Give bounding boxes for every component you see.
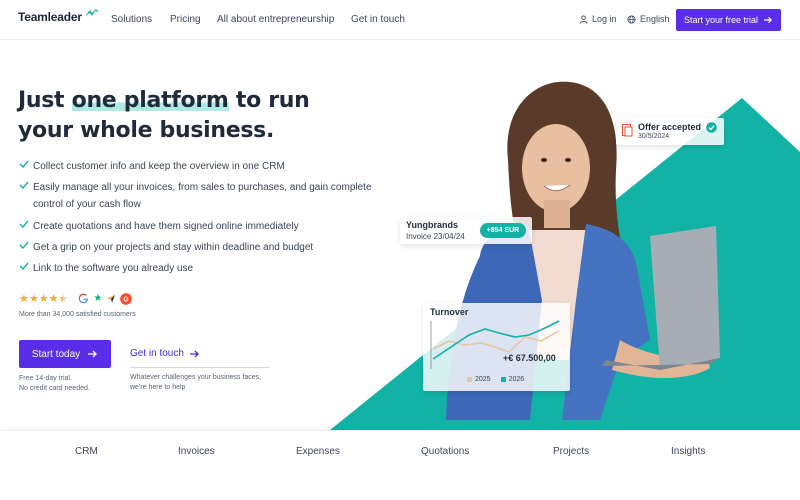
globe-icon	[627, 14, 636, 24]
turnover-value: +€ 67.500,00	[503, 353, 556, 363]
check-icon	[19, 262, 29, 270]
feature-text: Get a grip on your projects and stay wit…	[33, 242, 314, 253]
turnover-title: Turnover	[430, 307, 469, 317]
rating-caption: More than 34,000 satisfied customers	[19, 311, 136, 318]
get-in-touch-link[interactable]: Get in touch	[130, 348, 200, 359]
legend-2025-label: 2025	[475, 376, 491, 383]
logo-mark-icon	[84, 9, 99, 16]
get-in-touch-label: Get in touch	[130, 348, 184, 359]
hero-headline: Just one platform to run your whole busi…	[18, 86, 310, 146]
feature-text: Link to the software you already use	[33, 263, 194, 274]
feature-text: Easily manage all your invoices, from sa…	[33, 182, 372, 210]
support-note-line-2: we're here to help	[130, 384, 186, 391]
start-today-button[interactable]: Start today	[19, 340, 111, 368]
check-circle-icon	[706, 122, 717, 133]
tab-invoices[interactable]: Invoices	[178, 446, 215, 457]
tab-quotations[interactable]: Quotations	[421, 446, 469, 457]
headline-post: to run	[228, 88, 310, 113]
legend-2026: 2026	[500, 376, 525, 383]
offer-date: 30/5/2024	[638, 133, 670, 140]
headline-highlight: one platform	[71, 88, 229, 113]
nav-pricing[interactable]: Pricing	[170, 14, 201, 25]
tab-projects[interactable]: Projects	[553, 446, 589, 457]
logo-text: Teamleader	[18, 10, 82, 24]
arrow-right-icon	[764, 16, 773, 24]
capterra-icon[interactable]	[106, 294, 116, 304]
site-header: Teamleader Solutions Pricing All about e…	[0, 0, 800, 40]
trustpilot-star-icon[interactable]: ★	[93, 293, 102, 304]
trial-note: Free 14-day trial. No credit card needed…	[19, 374, 90, 394]
g2-icon[interactable]: G	[120, 292, 133, 305]
rating-row: ★★★★★ ★ G	[19, 292, 133, 305]
woman-face-shape	[522, 124, 590, 212]
check-icon	[19, 241, 29, 249]
nav-get-in-touch[interactable]: Get in touch	[351, 14, 405, 25]
trial-note-line-2: No credit card needed.	[19, 385, 90, 392]
offer-accepted-card: Offer accepted 30/5/2024	[616, 118, 724, 145]
user-icon	[579, 14, 588, 24]
check-icon	[19, 220, 29, 228]
tab-insights[interactable]: Insights	[671, 446, 705, 457]
laptop-shape	[650, 226, 720, 370]
invoice-date: Invoice 23/04/24	[406, 232, 465, 241]
star-rating: ★★★★★	[19, 293, 69, 305]
invoice-client: Yungbrands	[406, 220, 459, 230]
trial-note-line-1: Free 14-day trial.	[19, 375, 72, 382]
check-icon	[19, 181, 29, 189]
nav-entrepreneurship[interactable]: All about entrepreneurship	[217, 14, 334, 25]
document-icon	[622, 124, 633, 137]
nav-solutions[interactable]: Solutions	[111, 14, 152, 25]
feature-text: Collect customer info and keep the overv…	[33, 161, 285, 172]
headline-pre: Just	[18, 88, 72, 113]
feature-text: Create quotations and have them signed o…	[33, 221, 299, 232]
login-link[interactable]: Log in	[579, 14, 617, 24]
language-selector[interactable]: English	[627, 14, 670, 24]
svg-text:G: G	[124, 296, 130, 303]
tab-crm[interactable]: CRM	[75, 446, 98, 457]
invoice-amount-badge: +854 EUR	[480, 223, 526, 238]
turnover-sparkline	[430, 320, 560, 369]
check-icon	[19, 160, 29, 168]
invoice-card: Yungbrands Invoice 23/04/24 +854 EUR	[400, 217, 532, 244]
tab-expenses[interactable]: Expenses	[296, 446, 340, 457]
turnover-legend: 2025 2026	[467, 376, 524, 383]
product-tabbar: CRM Invoices Expenses Quotations Project…	[0, 430, 800, 500]
start-free-trial-button[interactable]: Start your free trial	[676, 9, 781, 31]
arrow-right-icon	[88, 350, 98, 358]
trial-button-label: Start your free trial	[683, 15, 759, 25]
teamleader-logo[interactable]: Teamleader	[18, 9, 100, 24]
turnover-card: Turnover +€ 67.500,00 2025 2026	[423, 303, 570, 391]
language-label: English	[640, 14, 670, 24]
review-badges: ★ G	[78, 292, 133, 305]
login-label: Log in	[592, 14, 617, 24]
google-icon[interactable]	[78, 293, 89, 304]
divider	[130, 367, 270, 368]
series-2025-line	[432, 330, 560, 353]
legend-2025: 2025	[467, 376, 491, 383]
arrow-right-icon	[189, 350, 199, 357]
headline-line-2: your whole business.	[18, 118, 275, 143]
offer-title: Offer accepted	[638, 122, 702, 132]
start-today-label: Start today	[31, 348, 81, 360]
support-note: Whatever challenges your business faces,…	[130, 373, 280, 393]
woman-neck-shape	[544, 200, 570, 228]
legend-2026-label: 2026	[508, 376, 525, 383]
support-note-line-1: Whatever challenges your business faces,	[130, 374, 262, 381]
